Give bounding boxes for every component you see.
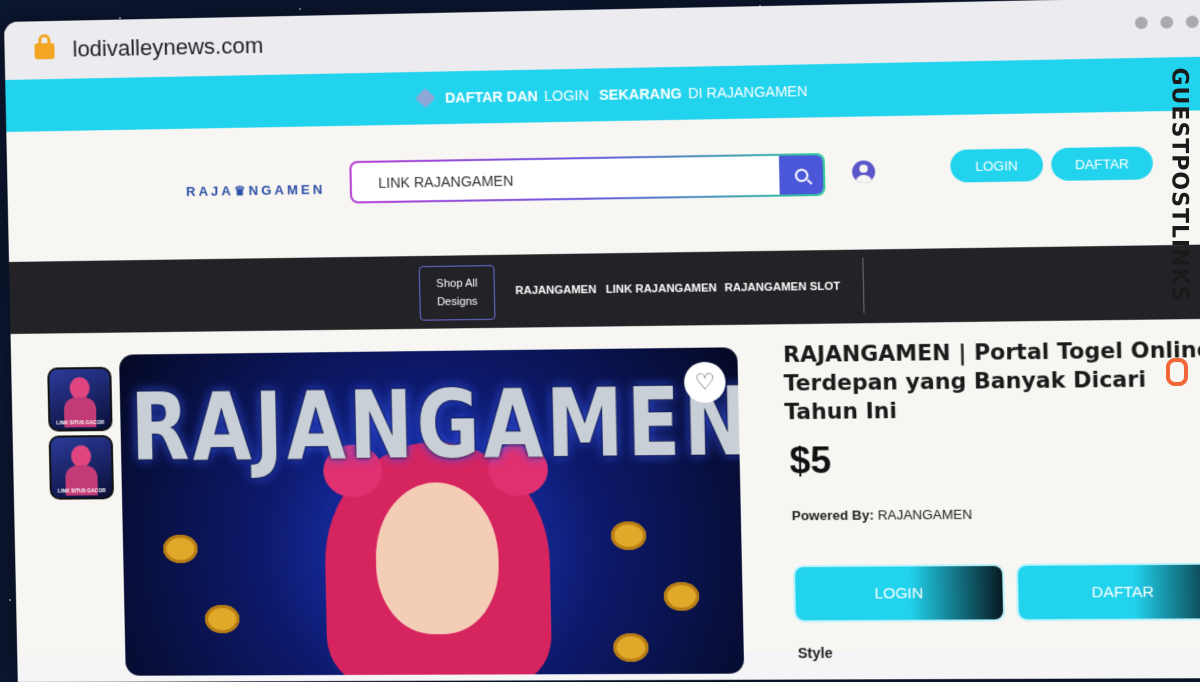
product-daftar-button[interactable]: DAFTAR <box>1018 565 1200 620</box>
powered-by-label: Powered By: <box>792 507 874 523</box>
coin-icon <box>163 535 198 563</box>
gallery-thumbnail[interactable]: LINK SITUS GACOR <box>49 435 114 500</box>
window-dot-icon[interactable] <box>1186 16 1199 29</box>
promo-text-4: DI RAJANGAMEN <box>688 83 808 102</box>
product-title: RAJANGAMEN | Portal Togel Online Terdepa… <box>783 335 1200 426</box>
search-container <box>351 155 823 201</box>
search-button[interactable] <box>779 155 824 195</box>
window-dot-icon[interactable] <box>1135 17 1148 30</box>
lock-icon <box>34 43 54 59</box>
nav-item-rajangamen[interactable]: RAJANGAMEN <box>515 284 596 297</box>
powered-by-value: RAJANGAMEN <box>877 507 972 523</box>
coin-icon <box>664 582 700 611</box>
coin-icon <box>205 605 240 633</box>
product-price: $5 <box>789 439 832 482</box>
site-header: RAJA♛NGAMEN LOGIN DAFTAR <box>6 110 1200 262</box>
powered-by: Powered By: RAJANGAMEN <box>792 507 973 524</box>
shop-all-designs-button[interactable]: Shop All Designs <box>419 265 496 321</box>
coin-icon <box>611 521 647 550</box>
nav-item-rajangamen-slot[interactable]: RAJANGAMEN SLOT <box>724 281 840 295</box>
thumb-caption: LINK SITUS GACOR <box>52 488 112 495</box>
header-login-button[interactable]: LOGIN <box>950 148 1043 182</box>
product-login-button[interactable]: LOGIN <box>795 566 1003 620</box>
promo-text-2: LOGIN <box>544 87 589 104</box>
site-logo[interactable]: RAJA♛NGAMEN <box>186 182 326 200</box>
nav-divider <box>862 258 864 313</box>
search-bar <box>349 153 825 204</box>
chain-link-icon <box>1166 358 1188 386</box>
user-account-icon[interactable] <box>852 160 875 183</box>
nav-item-link-rajangamen[interactable]: LINK RAJANGAMEN <box>606 282 717 296</box>
search-icon <box>794 168 808 182</box>
product-main-image[interactable]: RAJANGAMEN ♡ <box>119 347 744 675</box>
thumb-caption: LINK SITUS GACOR <box>50 420 110 427</box>
promo-text-1: DAFTAR DAN <box>445 88 538 106</box>
product-section: LINK SITUS GACOR LINK SITUS GACOR RAJANG… <box>11 318 1200 654</box>
browser-window: lodivalleynews.com DAFTAR DAN LOGIN SEKA… <box>4 0 1200 682</box>
search-input[interactable] <box>364 156 782 203</box>
url-text[interactable]: lodivalleynews.com <box>72 33 263 63</box>
watermark-text: GUESTPOSTLINKS <box>1167 68 1192 338</box>
gallery-thumbnail[interactable]: LINK SITUS GACOR <box>47 367 112 432</box>
window-controls <box>1135 16 1199 30</box>
coin-icon <box>613 633 649 662</box>
favorite-heart-icon[interactable]: ♡ <box>684 362 726 403</box>
header-daftar-button[interactable]: DAFTAR <box>1051 146 1153 181</box>
window-dot-icon[interactable] <box>1160 16 1173 29</box>
style-label: Style <box>798 645 833 661</box>
promo-text-3: SEKARANG <box>599 85 682 103</box>
watermark: GUESTPOSTLINKS <box>1164 60 1190 360</box>
diamond-icon <box>415 88 435 108</box>
hero-title-text: RAJANGAMEN <box>130 368 745 482</box>
